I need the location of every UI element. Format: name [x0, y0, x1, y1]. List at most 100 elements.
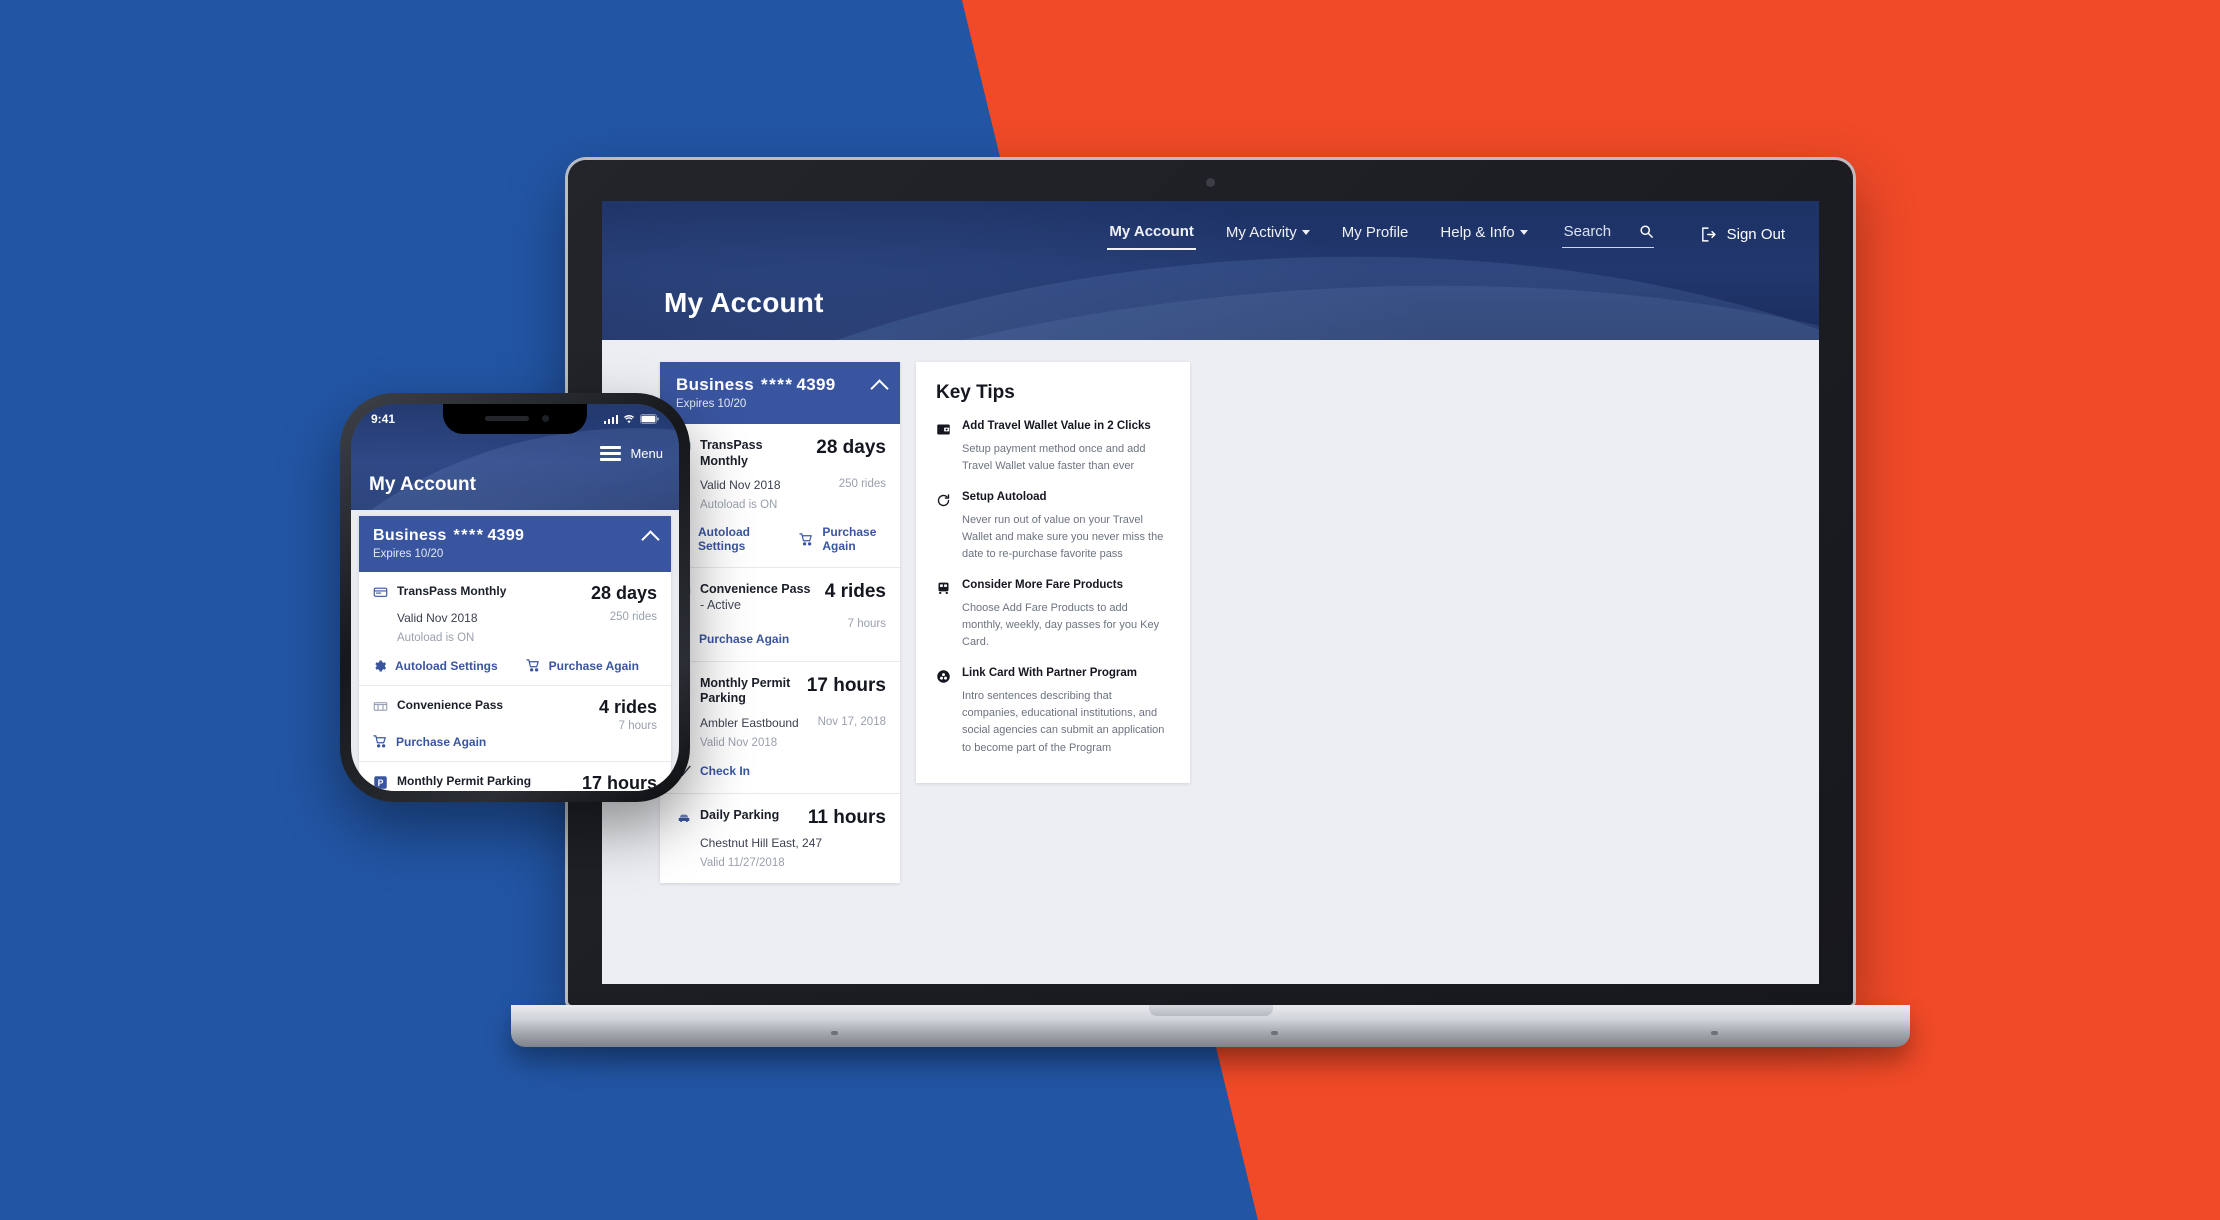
cart-icon	[526, 658, 541, 673]
pass-amount: 28 days	[816, 437, 886, 458]
cart-icon	[373, 734, 388, 749]
pass-amount: 17 hours	[581, 773, 657, 791]
laptop-mockup: My Account My Activity My Profile Help &…	[511, 160, 1910, 1090]
pass-note: Autoload is ON	[700, 499, 778, 512]
site-content: Business **** 4399 Expires 10/20 TransPa…	[602, 340, 1819, 984]
nav-item-label: Help & Info	[1440, 224, 1515, 241]
transpass-card-icon	[373, 585, 388, 600]
phone-screen: 9:41 Menu My Account Business **** 4399 …	[351, 404, 679, 791]
pass-row: Daily Parking 11 hours Chestnut Hill Eas…	[660, 794, 900, 883]
pass-note: Autoload is ON	[397, 632, 475, 644]
key-tip-description: Intro sentences describing that companie…	[962, 690, 1165, 754]
nav-item-my-activity[interactable]: My Activity	[1224, 220, 1312, 249]
wallet-name: Business	[676, 375, 754, 394]
pass-title-text: TransPass Monthly	[700, 438, 763, 468]
autoload-settings-button[interactable]: Autoload Settings	[676, 525, 771, 553]
phone-status-bar: 9:41	[351, 404, 679, 434]
cart-icon	[799, 532, 814, 547]
pass-title-text: Convenience Pass	[397, 698, 504, 712]
cellular-bars-icon	[603, 414, 618, 424]
autoload-settings-button[interactable]: Autoload Settings	[373, 658, 498, 673]
wifi-icon	[623, 414, 635, 424]
nav-item-label: My Account	[1109, 223, 1194, 240]
key-tip-item: Link Card With Partner Program Intro sen…	[936, 667, 1170, 756]
page-title: My Account	[664, 287, 824, 318]
pass-title-text: TransPass Monthly	[397, 584, 507, 598]
pass-row: P Monthly Permit Parking 17 hours Ambler…	[359, 762, 671, 791]
action-label: Autoload Settings	[395, 658, 498, 673]
pass-title: TransPass Monthly	[397, 584, 506, 599]
action-label: Purchase Again	[396, 734, 487, 749]
pass-subtitle: Valid Nov 2018	[700, 478, 781, 493]
nav-item-my-profile[interactable]: My Profile	[1340, 220, 1411, 249]
search-box[interactable]	[1561, 221, 1654, 248]
pass-secondary-amount: 7 hours	[618, 720, 657, 732]
action-label: Purchase Again	[822, 525, 877, 554]
key-tip-title: Add Travel Wallet Value in 2 Clicks	[962, 420, 1151, 432]
phone-wallet-card-title: Business **** 4399	[373, 527, 657, 545]
pass-note: Valid Nov 2018	[700, 736, 778, 749]
key-tip-title: Setup Autoload	[962, 491, 1047, 504]
key-tip-description: Setup payment method once and add Travel…	[962, 443, 1146, 473]
purchase-again-button[interactable]: Purchase Again	[676, 632, 789, 647]
key-tip-item: Add Travel Wallet Value in 2 Clicks Setu…	[936, 420, 1170, 475]
purchase-again-button[interactable]: Purchase Again	[799, 525, 886, 553]
pass-title-text: Daily Parking	[700, 807, 780, 822]
sign-out-button[interactable]: Sign Out	[1700, 226, 1785, 243]
laptop-base-notch	[1148, 1005, 1273, 1016]
action-label: Purchase Again	[548, 658, 639, 673]
main-navigation: My Account My Activity My Profile Help &…	[1107, 219, 1785, 250]
pass-amount: 11 hours	[807, 806, 886, 828]
key-tip-item: Consider More Fare Products Choose Add F…	[936, 579, 1170, 651]
pass-amount: 28 days	[590, 583, 657, 603]
pass-row: Convenience Pass 4 rides 7 hours Purchas…	[359, 686, 671, 762]
nav-item-label: My Activity	[1225, 224, 1297, 241]
action-label: Check In	[700, 763, 751, 778]
pass-title: Convenience Pass - Active	[700, 582, 817, 613]
wallet-card: Business **** 4399 Expires 10/20 TransPa…	[660, 362, 900, 883]
key-tip-title: Consider More Fare Products	[962, 579, 1124, 592]
nav-item-my-account[interactable]: My Account	[1107, 219, 1196, 250]
battery-icon	[640, 414, 659, 424]
chevron-down-icon	[1301, 230, 1310, 235]
phone-header: 9:41 Menu My Account	[351, 404, 679, 510]
wallet-card-header[interactable]: Business **** 4399 Expires 10/20	[660, 362, 900, 424]
wallet-name: Business	[373, 527, 447, 544]
phone-wallet-card: Business **** 4399 Expires 10/20 TransPa…	[359, 516, 671, 791]
pass-title-text: Convenience Pass	[700, 582, 811, 597]
pass-subtitle: Valid Nov 2018	[397, 611, 478, 625]
search-input[interactable]	[1561, 221, 1628, 241]
purchase-again-button[interactable]: Purchase Again	[373, 734, 486, 749]
pass-note: Valid 11/27/2018	[700, 856, 785, 869]
purchase-again-button[interactable]: Purchase Again	[526, 658, 639, 673]
pass-title-text: Monthly Permit Parking	[700, 675, 791, 706]
wallet-masked-digits: ****	[453, 527, 485, 544]
action-label: Autoload Settings	[698, 525, 750, 554]
pass-amount: 17 hours	[806, 674, 886, 696]
magnifier-icon[interactable]	[1639, 224, 1654, 239]
key-tips-panel: Key Tips Add Travel Wallet Value in 2 Cl…	[916, 362, 1190, 783]
laptop-camera-icon	[1205, 178, 1215, 187]
laptop-foot	[831, 1031, 838, 1035]
phone-wallet-card-header[interactable]: Business **** 4399 Expires 10/20	[359, 516, 671, 572]
phone-menu-button[interactable]: Menu	[600, 446, 663, 461]
pass-title: Daily Parking	[700, 808, 779, 824]
phone-wallet-expiry: Expires 10/20	[373, 548, 444, 560]
key-tip-description: Never run out of value on your Travel Wa…	[962, 514, 1164, 561]
phone-menu-label: Menu	[630, 446, 663, 461]
laptop-foot	[1711, 1031, 1718, 1035]
site-header: My Account My Activity My Profile Help &…	[602, 201, 1819, 340]
key-tip-description: Choose Add Fare Products to add monthly,…	[962, 602, 1160, 649]
pass-title-text: Monthly Permit Parking	[397, 774, 532, 788]
sign-out-label: Sign Out	[1726, 226, 1785, 243]
nav-item-help-info[interactable]: Help & Info	[1438, 220, 1529, 249]
pass-secondary-amount: Nov 17, 2018	[817, 715, 886, 728]
svg-text:P: P	[378, 778, 384, 788]
phone-page-title: My Account	[369, 474, 476, 495]
pass-secondary-amount: 250 rides	[609, 611, 657, 623]
partner-globe-icon	[936, 669, 951, 684]
action-label: Purchase Again	[699, 632, 790, 646]
wallet-masked-digits: ****	[761, 375, 794, 394]
hamburger-icon	[600, 446, 622, 461]
pass-title: Convenience Pass	[397, 698, 503, 713]
